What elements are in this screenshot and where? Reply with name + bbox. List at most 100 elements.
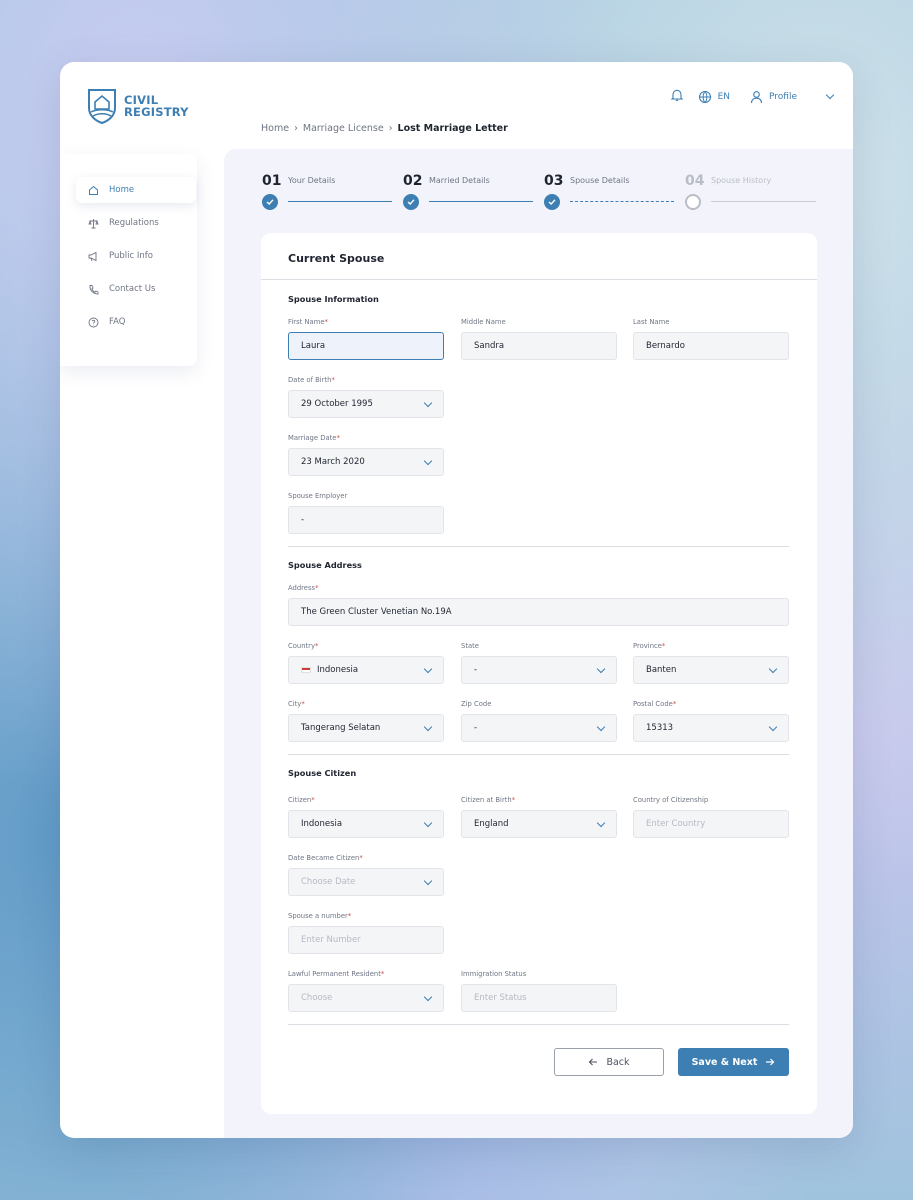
last-name-field: Last Name Bernardo xyxy=(633,318,789,360)
zip-code-field: Zip Code - xyxy=(461,700,617,742)
first-name-field: First Name* Laura xyxy=(288,318,444,360)
citizen-at-birth-select[interactable]: England xyxy=(461,810,617,838)
step-label: Married Details xyxy=(429,176,490,185)
field-label: First Name xyxy=(288,318,325,326)
bell-icon[interactable] xyxy=(670,88,684,105)
field-label: Immigration Status xyxy=(461,970,527,978)
sidebar-item-label: Regulations xyxy=(109,218,159,228)
step-label: Your Details xyxy=(288,176,336,185)
chevron-down-icon xyxy=(825,90,835,100)
back-button-label: Back xyxy=(606,1056,630,1068)
megaphone-icon xyxy=(88,251,97,261)
divider xyxy=(261,279,817,280)
breadcrumb-marriage-license[interactable]: Marriage License xyxy=(303,123,384,134)
section-title-information: Spouse Information xyxy=(288,294,379,304)
sidebar-item-home[interactable]: Home xyxy=(76,177,196,203)
middle-name-input[interactable]: Sandra xyxy=(461,332,617,360)
chevron-down-icon xyxy=(423,398,433,407)
input-value: 15313 xyxy=(646,723,674,733)
chevron-down-icon xyxy=(423,992,433,1001)
marriage-date-field: Marriage Date* 23 March 2020 xyxy=(288,434,444,476)
citizen-at-birth-field: Citizen at Birth* England xyxy=(461,796,617,838)
language-label: EN xyxy=(717,91,731,102)
last-name-input[interactable]: Bernardo xyxy=(633,332,789,360)
country-of-citizenship-input[interactable]: Enter Country xyxy=(633,810,789,838)
required-mark: * xyxy=(347,912,352,920)
lawful-permanent-resident-field: Lawful Permanent Resident* Choose xyxy=(288,970,444,1012)
back-button[interactable]: Back xyxy=(554,1048,664,1076)
required-mark: * xyxy=(336,434,340,442)
user-icon xyxy=(750,90,763,103)
profile-menu[interactable]: Profile xyxy=(750,90,835,104)
state-field: State - xyxy=(461,642,617,684)
scale-icon xyxy=(88,218,99,228)
state-select[interactable]: - xyxy=(461,656,617,684)
marriage-date-select[interactable]: 23 March 2020 xyxy=(288,448,444,476)
input-placeholder: Enter Country xyxy=(646,819,706,829)
save-next-button[interactable]: Save & Next xyxy=(678,1048,789,1076)
zip-code-select[interactable]: - xyxy=(461,714,617,742)
field-label: Date Became Citizen xyxy=(288,854,360,862)
globe-icon xyxy=(698,90,711,103)
lawful-permanent-resident-select[interactable]: Choose xyxy=(288,984,444,1012)
immigration-status-input[interactable]: Enter Status xyxy=(461,984,617,1012)
logo-line2: REGISTRY xyxy=(124,105,189,119)
divider xyxy=(288,546,789,547)
field-label: Citizen at Birth xyxy=(461,796,512,804)
required-mark: * xyxy=(511,796,516,804)
breadcrumb-current: Lost Marriage Letter xyxy=(397,123,508,134)
section-title-address: Spouse Address xyxy=(288,560,362,570)
date-of-birth-select[interactable]: 29 October 1995 xyxy=(288,390,444,418)
address-field: Address* The Green Cluster Venetian No.1… xyxy=(288,584,789,626)
sidebar-item-contact-us[interactable]: Contact Us xyxy=(76,276,196,302)
date-became-citizen-field: Date Became Citizen* Choose Date xyxy=(288,854,444,896)
required-mark: * xyxy=(324,318,328,326)
spouse-employer-input[interactable]: - xyxy=(288,506,444,534)
input-value: Indonesia xyxy=(301,819,343,829)
input-value: Tangerang Selatan xyxy=(301,723,381,733)
chevron-down-icon xyxy=(596,818,606,827)
breadcrumb-separator: › xyxy=(294,123,298,134)
sidebar-item-public-info[interactable]: Public Info xyxy=(76,243,196,269)
required-mark: * xyxy=(672,700,677,708)
input-value: Laura xyxy=(301,341,326,351)
postal-code-field: Postal Code* 15313 xyxy=(633,700,789,742)
province-field: Province* Banten xyxy=(633,642,789,684)
input-value: The Green Cluster Venetian No.19A xyxy=(301,607,452,617)
input-value: - xyxy=(474,723,478,733)
pending-step-icon xyxy=(685,194,701,210)
city-select[interactable]: Tangerang Selatan xyxy=(288,714,444,742)
field-label: Postal Code xyxy=(633,700,673,708)
breadcrumb-home[interactable]: Home xyxy=(261,123,289,134)
citizen-select[interactable]: Indonesia xyxy=(288,810,444,838)
sidebar-item-faq[interactable]: FAQ xyxy=(76,309,196,335)
phone-icon xyxy=(89,284,99,294)
input-value: - xyxy=(474,665,478,675)
first-name-input[interactable]: Laura xyxy=(288,332,444,360)
input-value: Sandra xyxy=(474,341,505,351)
spouse-a-number-input[interactable]: Enter Number xyxy=(288,926,444,954)
divider xyxy=(288,1024,789,1025)
step-progress-line xyxy=(711,201,816,202)
card-title: Current Spouse xyxy=(288,252,385,265)
country-select[interactable]: Indonesia xyxy=(288,656,444,684)
input-value: Indonesia xyxy=(317,665,359,675)
field-label: Address xyxy=(288,584,316,592)
sidebar-item-regulations[interactable]: Regulations xyxy=(76,210,196,236)
required-mark: * xyxy=(331,376,335,384)
postal-code-select[interactable]: 15313 xyxy=(633,714,789,742)
language-selector[interactable]: EN xyxy=(698,90,730,104)
date-became-citizen-select[interactable]: Choose Date xyxy=(288,868,444,896)
province-select[interactable]: Banten xyxy=(633,656,789,684)
required-mark: * xyxy=(301,700,305,708)
help-circle-icon xyxy=(88,317,99,327)
progress-stepper: 01 Your Details 02 Married Details 03 Sp… xyxy=(261,172,817,212)
section-title-citizen: Spouse Citizen xyxy=(288,768,357,778)
input-value: - xyxy=(301,515,305,525)
top-bar: EN Profile xyxy=(670,88,835,105)
address-input[interactable]: The Green Cluster Venetian No.19A xyxy=(288,598,789,626)
indonesia-flag-icon xyxy=(301,666,311,673)
required-mark: * xyxy=(661,642,666,650)
chevron-down-icon xyxy=(768,722,778,731)
civil-registry-logo[interactable]: CIVIL REGISTRY xyxy=(87,88,189,124)
